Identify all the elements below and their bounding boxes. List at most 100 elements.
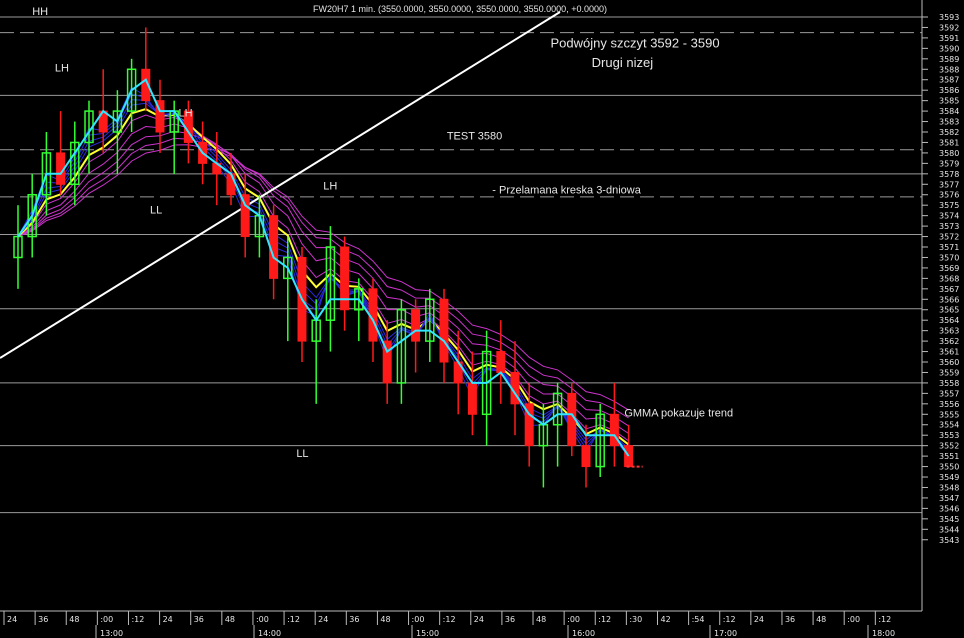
y-tick-label: 3577 <box>939 180 959 189</box>
y-tick-label: 3584 <box>939 107 959 116</box>
y-tick-label: 3548 <box>939 483 959 492</box>
y-tick-label: 3550 <box>939 463 959 472</box>
y-tick-label: 3570 <box>939 253 959 262</box>
x-major-tick-label: 14:00 <box>258 629 281 638</box>
y-tick-label: 3562 <box>939 337 959 346</box>
x-tick-label: :12 <box>878 615 891 624</box>
y-tick-label: 3593 <box>939 13 959 22</box>
y-tick-label: 3545 <box>939 515 959 524</box>
x-tick-label: 36 <box>38 615 48 624</box>
y-tick-label: 3573 <box>939 222 959 231</box>
candle-body <box>226 173 236 196</box>
x-tick-label: :30 <box>629 615 642 624</box>
x-tick-label: 24 <box>474 615 484 624</box>
x-tick-label: :12 <box>443 615 456 624</box>
candle-body <box>624 445 634 468</box>
candle-body <box>439 298 449 363</box>
candle-body <box>411 309 421 342</box>
x-tick-label: 48 <box>816 615 826 624</box>
x-tick-label: :00 <box>100 615 113 624</box>
y-tick-label: 3547 <box>939 494 959 503</box>
annotation-text: Podwójny szczyt 3592 - 3590 <box>551 35 720 50</box>
candle-body <box>340 246 350 311</box>
x-tick-label: 36 <box>785 615 795 624</box>
y-tick-label: 3564 <box>939 316 959 325</box>
x-tick-label: :00 <box>847 615 860 624</box>
x-tick-label: :00 <box>567 615 580 624</box>
y-tick-label: 3572 <box>939 233 959 242</box>
annotation-text: - Przelamana kreska 3-dniowa <box>492 185 641 197</box>
x-tick-label: :12 <box>131 615 144 624</box>
y-tick-label: 3589 <box>939 55 959 64</box>
y-tick-label: 3592 <box>939 23 959 32</box>
y-tick-label: 3549 <box>939 473 959 482</box>
y-tick-label: 3591 <box>939 34 959 43</box>
x-tick-label: 48 <box>225 615 235 624</box>
candle-body <box>496 351 506 373</box>
candle-body <box>467 382 477 415</box>
y-tick-label: 3576 <box>939 191 959 200</box>
y-tick-label: 3580 <box>939 149 959 158</box>
price-chart[interactable]: HH LH LH LL LH LL TEST 3580 - Przelamana kreska… <box>0 0 964 638</box>
y-tick-label: 3543 <box>939 536 959 545</box>
x-tick-label: 24 <box>754 615 764 624</box>
y-tick-label: 3555 <box>939 410 959 419</box>
x-tick-label: :12 <box>287 615 300 624</box>
annotation-text: LL <box>150 205 162 217</box>
y-tick-label: 3578 <box>939 170 959 179</box>
annotation-text: GMMA pokazuje trend <box>624 407 733 419</box>
annotation-text: LL <box>296 448 308 460</box>
x-major-tick-label: 16:00 <box>572 629 595 638</box>
y-tick-label: 3559 <box>939 368 959 377</box>
x-tick-label: 24 <box>163 615 173 624</box>
annotation-text: LH <box>178 107 192 119</box>
x-major-tick-label: 17:00 <box>714 629 737 638</box>
annotation-text: HH <box>32 6 48 18</box>
chart-title: FW20H7 1 min. (3550.0000, 3550.0000, 355… <box>313 4 607 14</box>
x-tick-label: 36 <box>349 615 359 624</box>
x-tick-label: 24 <box>318 615 328 624</box>
x-tick-label: :00 <box>256 615 269 624</box>
y-tick-label: 3551 <box>939 452 959 461</box>
y-tick-label: 3590 <box>939 44 959 53</box>
x-tick-label: 24 <box>7 615 17 624</box>
y-tick-label: 3553 <box>939 431 959 440</box>
x-tick-label: 42 <box>660 615 670 624</box>
x-major-tick-label: 15:00 <box>416 629 439 638</box>
annotation-text: TEST 3580 <box>447 130 502 142</box>
y-tick-label: 3557 <box>939 389 959 398</box>
y-tick-label: 3563 <box>939 327 959 336</box>
y-tick-label: 3582 <box>939 128 959 137</box>
y-tick-label: 3575 <box>939 201 959 210</box>
y-tick-label: 3558 <box>939 379 959 388</box>
y-tick-label: 3586 <box>939 86 959 95</box>
y-tick-label: 3581 <box>939 138 959 147</box>
y-tick-label: 3571 <box>939 243 959 252</box>
x-tick-label: 36 <box>194 615 204 624</box>
y-tick-label: 3566 <box>939 295 959 304</box>
y-tick-label: 3583 <box>939 118 959 127</box>
y-tick-label: 3569 <box>939 264 959 273</box>
x-tick-label: :12 <box>598 615 611 624</box>
x-major-tick-label: 13:00 <box>100 629 123 638</box>
y-tick-label: 3579 <box>939 159 959 168</box>
y-tick-label: 3544 <box>939 525 959 534</box>
y-tick-label: 3560 <box>939 358 959 367</box>
y-tick-label: 3567 <box>939 285 959 294</box>
x-tick-label: 48 <box>69 615 79 624</box>
y-tick-label: 3565 <box>939 306 959 315</box>
x-tick-label: 48 <box>380 615 390 624</box>
x-tick-label: 36 <box>505 615 515 624</box>
candle-body <box>581 445 591 468</box>
y-tick-label: 3554 <box>939 421 959 430</box>
x-tick-label: :12 <box>723 615 736 624</box>
x-tick-label: :54 <box>692 615 705 624</box>
y-tick-label: 3568 <box>939 274 959 283</box>
y-tick-label: 3585 <box>939 97 959 106</box>
y-tick-label: 3588 <box>939 65 959 74</box>
y-tick-label: 3574 <box>939 212 959 221</box>
y-tick-label: 3552 <box>939 442 959 451</box>
x-tick-label: :00 <box>412 615 425 624</box>
y-tick-label: 3587 <box>939 76 959 85</box>
annotation-text: LH <box>55 62 69 74</box>
